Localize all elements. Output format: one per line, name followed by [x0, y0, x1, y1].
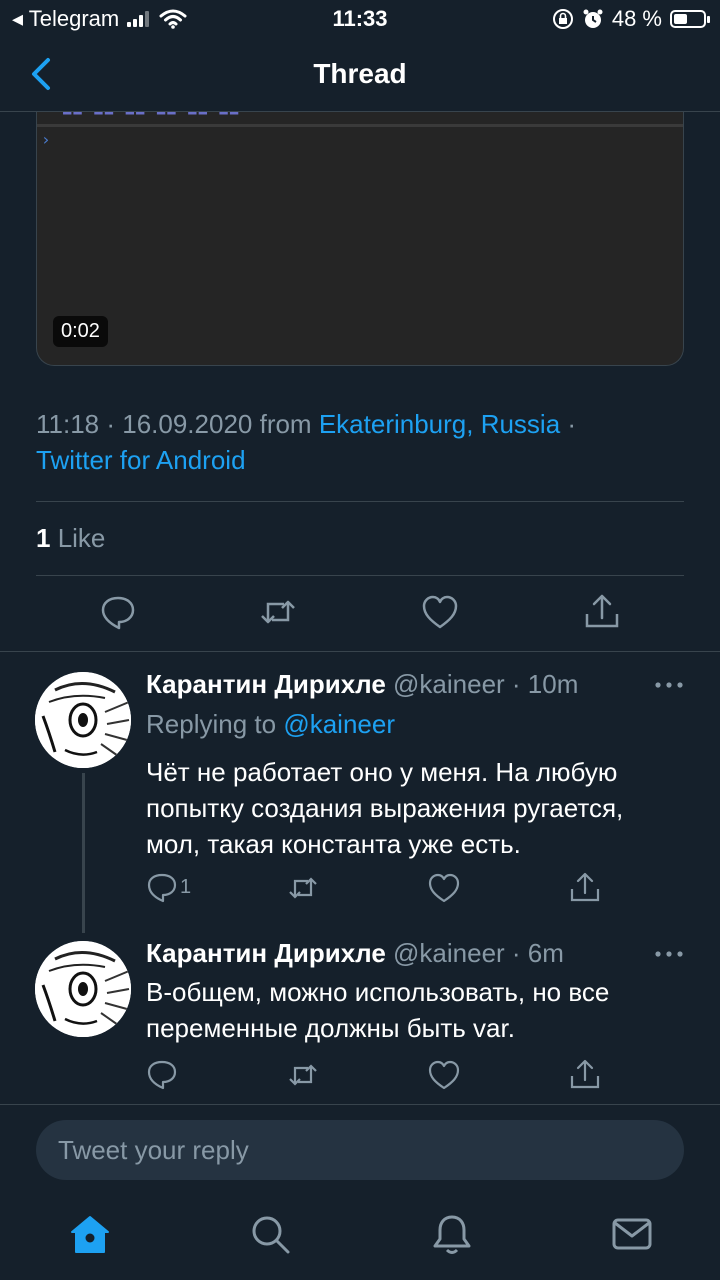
status-bar-right: 48 % [552, 6, 710, 32]
reply-header: Карантин Дирихле @kaineer · 10m [146, 669, 578, 700]
author-handle-time: @kaineer · 6m [385, 938, 564, 968]
replying-to: Replying to @kaineer [146, 709, 395, 740]
retweet-icon[interactable] [258, 592, 298, 632]
reply-header: Карантин Дирихле @kaineer · 6m [146, 938, 564, 969]
like-icon[interactable] [420, 592, 460, 632]
likes-number: 1 [36, 523, 51, 553]
likes-label: Like [50, 523, 106, 553]
more-icon[interactable] [654, 949, 684, 959]
divider [36, 501, 684, 502]
like-icon[interactable] [427, 871, 461, 905]
retweet-icon[interactable] [286, 1058, 320, 1092]
meta-separator: · [560, 409, 577, 439]
author-name[interactable]: Карантин Дирихле [146, 938, 386, 968]
author-name[interactable]: Карантин Дирихле [146, 669, 386, 699]
reply-input[interactable] [36, 1120, 684, 1180]
alarm-icon [583, 9, 603, 28]
reply-icon[interactable] [146, 871, 178, 905]
share-icon[interactable] [568, 871, 602, 905]
battery-icon [670, 10, 710, 28]
reply-count: 1 [180, 876, 192, 898]
thread-connector-line [82, 773, 85, 933]
tweet-video[interactable]: ▬▬ ▬▬ ▬▬ ▬▬ ▬▬ ▬▬ › 0:02 [36, 112, 684, 366]
divider [0, 1104, 720, 1105]
replying-to-handle-link[interactable]: @kaineer [283, 709, 395, 739]
tweet-timestamp: 11:18 · 16.09.2020 from [36, 409, 319, 439]
more-icon[interactable] [654, 680, 684, 690]
share-icon[interactable] [582, 592, 622, 632]
reply-icon[interactable] [146, 1058, 178, 1092]
author-handle-time: @kaineer · 10m [385, 669, 579, 699]
avatar-image [35, 941, 131, 1037]
battery-level [674, 14, 687, 24]
messages-icon[interactable] [610, 1212, 654, 1256]
status-bar: ◂ Telegram 11:33 48 % [0, 0, 720, 38]
replying-to-label: Replying to [146, 709, 284, 739]
like-icon[interactable] [427, 1058, 461, 1092]
page-title: Thread [313, 58, 407, 89]
avatar[interactable] [35, 941, 131, 1037]
video-duration-badge: 0:02 [53, 316, 108, 347]
battery-percent: 48 % [611, 6, 662, 31]
tweet-meta: 11:18 · 16.09.2020 from Ekaterinburg, Ru… [36, 406, 684, 478]
avatar[interactable] [35, 672, 131, 768]
tweet-location-link[interactable]: Ekaterinburg, Russia [319, 409, 560, 439]
tweet-actions [36, 592, 684, 636]
navigation-header: Thread [0, 38, 720, 112]
reply-text: В-общем, можно использовать, но все пере… [146, 977, 610, 1043]
console-prompt: › [41, 130, 51, 149]
bottom-navigation [0, 1198, 720, 1280]
reply-icon[interactable] [98, 592, 138, 632]
retweet-icon[interactable] [286, 871, 320, 905]
divider [0, 651, 720, 652]
reply-text: Чёт не работает оно у меня. На любую поп… [146, 757, 624, 859]
console-output-fragment: ▬▬ ▬▬ ▬▬ ▬▬ ▬▬ ▬▬ [63, 112, 241, 120]
notifications-icon[interactable] [430, 1212, 474, 1256]
tweet-source-link[interactable]: Twitter for Android [36, 445, 246, 475]
home-icon[interactable] [68, 1212, 112, 1256]
avatar-image [35, 672, 131, 768]
divider [36, 575, 684, 576]
rotation-lock-icon [552, 9, 573, 29]
likes-count[interactable]: 1 Like [36, 523, 105, 554]
search-icon[interactable] [248, 1212, 292, 1256]
console-separator [37, 124, 683, 127]
share-icon[interactable] [568, 1058, 602, 1092]
